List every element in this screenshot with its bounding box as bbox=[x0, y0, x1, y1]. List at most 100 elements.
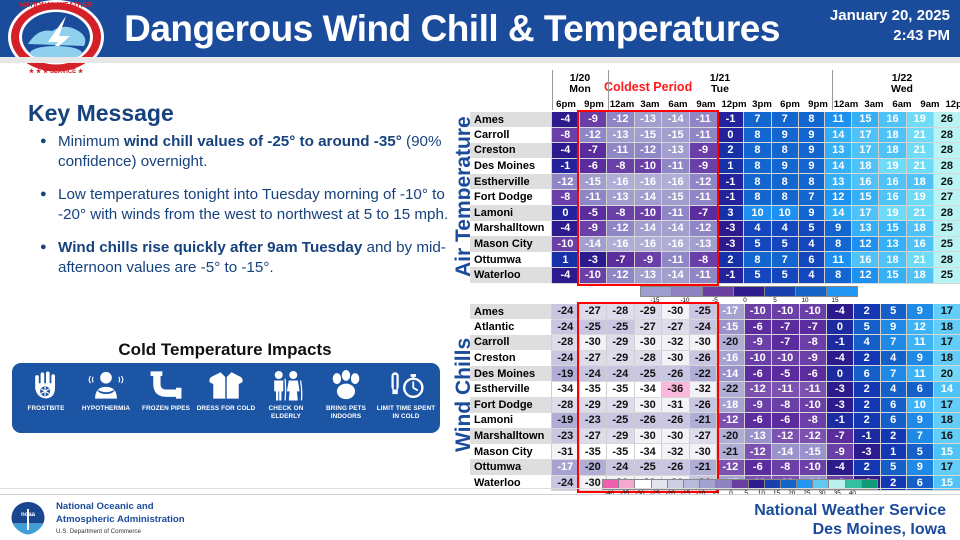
hour-tick-label: 12am bbox=[833, 99, 859, 110]
forecast-cell: -16 bbox=[606, 236, 635, 253]
station-name: Waterloo bbox=[470, 267, 552, 284]
forecast-cell: -15 bbox=[716, 319, 745, 336]
forecast-cell: 15 bbox=[878, 220, 907, 237]
noaa-agency-text: National Oceanic and Atmospheric Adminis… bbox=[56, 501, 185, 539]
noaa-logo-icon: noaa bbox=[10, 501, 46, 535]
forecast-cell: -26 bbox=[633, 412, 662, 429]
forecast-cell: 8 bbox=[743, 158, 772, 175]
forecast-cell: 17 bbox=[851, 205, 879, 222]
table-row: Estherville -12 -15 -16 -16 -16 -12 -1 8 8 8 13 16 16… bbox=[470, 173, 960, 190]
station-name: Estherville bbox=[470, 381, 552, 398]
forecast-cell: 17 bbox=[932, 334, 960, 351]
impact-item: DRESS FOR COLD bbox=[196, 369, 256, 429]
key-message-bullet: Minimum wind chill values of -25° to aro… bbox=[40, 131, 450, 172]
station-name: Des Moines bbox=[470, 158, 552, 174]
forecast-cell: 26 bbox=[932, 112, 960, 128]
impact-item: LIMIT TIME SPENT IN COLD bbox=[376, 369, 436, 429]
forecast-cell: -3 bbox=[578, 251, 607, 268]
forecast-cell: 8 bbox=[824, 267, 852, 284]
table-row: Creston -24 -27 -29 -28 -30 -26 -16 -10 -10 -9 -4 2 4… bbox=[470, 350, 960, 367]
forecast-cell: -26 bbox=[661, 365, 690, 382]
hand-frostbite-icon bbox=[16, 369, 76, 403]
forecast-cell: -30 bbox=[633, 397, 662, 414]
forecast-cell: 0 bbox=[826, 365, 854, 382]
forecast-cell: 13 bbox=[824, 142, 852, 159]
forecast-cell: -24 bbox=[688, 319, 717, 336]
forecast-cell: 7 bbox=[770, 112, 799, 128]
table-row: Des Moines -19 -24 -24 -25 -26 -22 -14 -6 -5 -6 0 6 7… bbox=[470, 365, 960, 382]
station-name: Ottumwa bbox=[470, 251, 552, 268]
forecast-cell: -4 bbox=[551, 220, 580, 237]
forecast-cell: -11 bbox=[661, 205, 690, 222]
forecast-cell: -19 bbox=[551, 412, 580, 429]
forecast-cell: -24 bbox=[578, 365, 607, 382]
forecast-cell: -13 bbox=[606, 127, 635, 144]
forecast-cell: 8 bbox=[770, 142, 799, 159]
forecast-cell: -32 bbox=[661, 334, 690, 351]
forecast-cell: 9 bbox=[905, 459, 934, 476]
forecast-cell: -16 bbox=[661, 236, 690, 253]
station-name: Creston bbox=[470, 350, 552, 366]
forecast-cell: 19 bbox=[905, 189, 934, 206]
page-title: Dangerous Wind Chill & Temperatures bbox=[124, 8, 780, 49]
forecast-cell: -17 bbox=[716, 304, 745, 320]
table-row: Ottumwa -17 -20 -24 -25 -26 -21 -12 -6 -8 -10 -4 2 5 9… bbox=[470, 459, 960, 476]
forecast-cell: -10 bbox=[798, 459, 827, 476]
forecast-cell: 12 bbox=[851, 267, 879, 284]
forecast-cell: -12 bbox=[743, 381, 772, 398]
legend-tick-label: -10 bbox=[680, 297, 690, 304]
forecast-cell: -12 bbox=[743, 443, 772, 460]
forecast-cell: -15 bbox=[633, 127, 662, 144]
forecast-cell: -10 bbox=[743, 304, 772, 320]
forecast-cell: -28 bbox=[551, 334, 580, 351]
impacts-title: Cold Temperature Impacts bbox=[118, 340, 332, 359]
forecast-cell: -32 bbox=[661, 443, 690, 460]
forecast-cell: -16 bbox=[606, 173, 635, 190]
forecast-cell: 9 bbox=[797, 158, 825, 175]
station-name: Fort Dodge bbox=[470, 397, 552, 413]
forecast-cell: -3 bbox=[852, 443, 881, 460]
forecast-cell: -14 bbox=[771, 443, 800, 460]
forecast-cell: 26 bbox=[932, 173, 960, 190]
forecast-cell: -6 bbox=[578, 158, 607, 175]
forecast-cell: 21 bbox=[905, 205, 934, 222]
forecast-cell: 6 bbox=[852, 365, 881, 382]
forecast-cell: -14 bbox=[661, 112, 690, 128]
forecast-cell: 0 bbox=[551, 205, 580, 222]
hour-tick-label: 6pm bbox=[780, 99, 800, 110]
header-time: 2:43 PM bbox=[893, 27, 950, 44]
hour-tick-label: 9pm bbox=[808, 99, 828, 110]
forecast-cell: -12 bbox=[688, 173, 718, 190]
forecast-cell: 16 bbox=[851, 251, 879, 268]
impact-item: FROSTBITE bbox=[16, 369, 76, 429]
office-location: Des Moines, Iowa bbox=[812, 521, 946, 538]
table-row: Carroll -28 -30 -29 -30 -32 -30 -20 -9 -7 -8 -1 4 7 11… bbox=[470, 334, 960, 351]
forecast-cell: -12 bbox=[688, 220, 718, 237]
forecast-cell: -24 bbox=[606, 365, 635, 382]
forecast-cell: 6 bbox=[797, 251, 825, 268]
forecast-cell: -11 bbox=[688, 112, 718, 128]
forecast-cell: -26 bbox=[661, 412, 690, 429]
forecast-cell: 14 bbox=[824, 158, 852, 175]
forecast-cell: -16 bbox=[661, 173, 690, 190]
forecast-cell: -12 bbox=[716, 412, 745, 429]
forecast-cell: -31 bbox=[661, 397, 690, 414]
forecast-cell: 16 bbox=[878, 173, 907, 190]
forecast-cell: 2 bbox=[716, 142, 744, 159]
forecast-cell: 9 bbox=[797, 142, 825, 159]
forecast-cell: -12 bbox=[578, 127, 607, 144]
forecast-cell: 12 bbox=[851, 236, 879, 253]
forecast-cell: -16 bbox=[716, 350, 745, 367]
forecast-cell: 2 bbox=[716, 251, 744, 268]
forecast-cell: -13 bbox=[688, 236, 718, 253]
forecast-cell: 8 bbox=[824, 236, 852, 253]
table-row: Marshalltown -23 -27 -29 -30 -30 -27 -20 -13 -12-… bbox=[470, 428, 960, 445]
day-header: 1/22 Wed bbox=[860, 73, 944, 95]
forecast-cell: -16 bbox=[633, 236, 662, 253]
table-row: Ames -24 -27 -28 -29 -30 -25 -17 -10 -10 -10 -4 2 5 9 1… bbox=[470, 304, 960, 320]
forecast-cell: -6 bbox=[798, 365, 827, 382]
forecast-cell: 17 bbox=[932, 304, 960, 320]
bullet-text: wind chill values of -25° to around -35° bbox=[123, 133, 402, 150]
forecast-cell: 17 bbox=[851, 127, 879, 144]
forecast-cell: -21 bbox=[688, 459, 717, 476]
